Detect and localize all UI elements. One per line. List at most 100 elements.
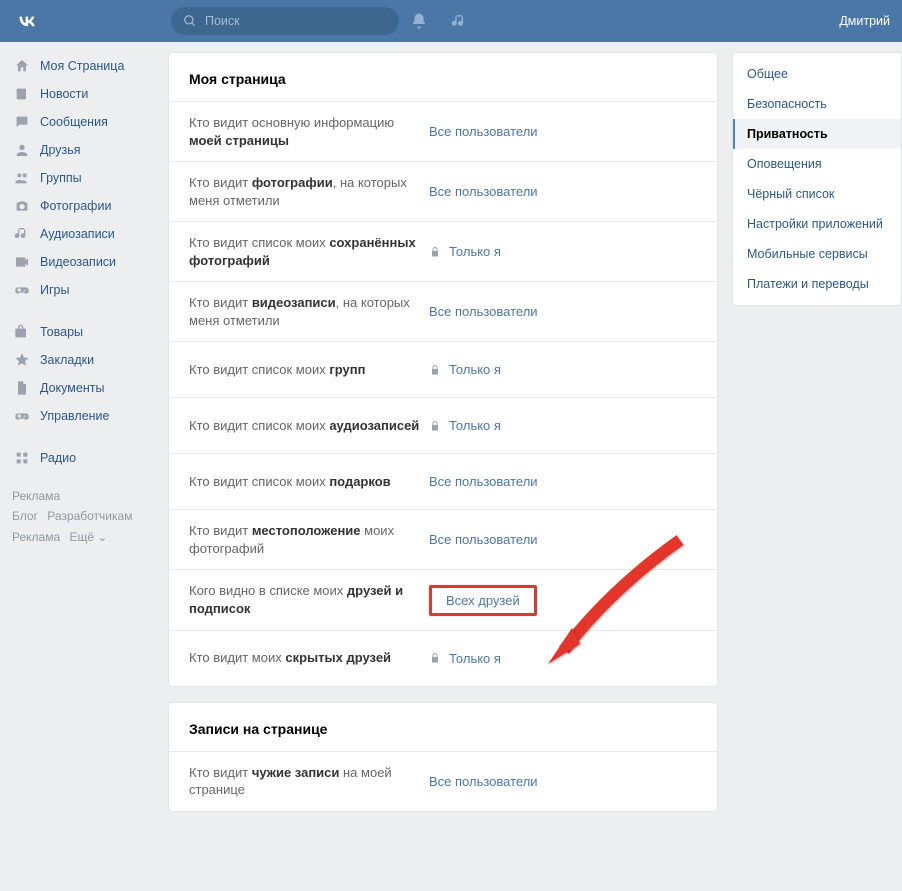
sidebar-item-label: Фотографии	[40, 199, 111, 213]
sidebar-item-аудиозаписи[interactable]: Аудиозаписи	[6, 220, 162, 248]
privacy-setting-row: Кто видит список моих сохранённых фотогр…	[169, 221, 717, 281]
grid-icon	[12, 448, 32, 468]
music-icon[interactable]	[439, 13, 479, 30]
video-icon	[12, 252, 32, 272]
privacy-setting-row: Кого видно в списке моих друзей и подпис…	[169, 569, 717, 629]
left-sidebar: Моя Страница Новости Сообщения Друзья Группы…	[0, 42, 162, 827]
lock-icon	[429, 420, 441, 432]
star-icon	[12, 350, 32, 370]
settings-nav-item-настройки-приложений[interactable]: Настройки приложений	[733, 209, 901, 239]
footer-more[interactable]: Ещё ⌄	[69, 530, 107, 544]
setting-label: Кто видит список моих групп	[189, 361, 429, 379]
users-icon	[12, 168, 32, 188]
settings-panel: Моя страница Кто видит основную информаци…	[168, 52, 718, 687]
setting-label: Кто видит моих скрытых друзей	[189, 649, 429, 667]
privacy-setting-row: Кто видит основную информацию моей стран…	[169, 101, 717, 161]
settings-side-nav: ОбщееБезопасностьПриватностьОповещенияЧё…	[732, 52, 902, 306]
sidebar-item-label: Радио	[40, 451, 76, 465]
sidebar-item-label: Документы	[40, 381, 104, 395]
privacy-setting-row: Кто видит фотографии, на которых меня от…	[169, 161, 717, 221]
app-header: Дмитрий	[0, 0, 902, 42]
sidebar-item-label: Управление	[40, 409, 110, 423]
notifications-icon[interactable]	[399, 12, 439, 30]
privacy-setting-row: Кто видит список моих группТолько я	[169, 341, 717, 397]
sidebar-item-label: Закладки	[40, 353, 94, 367]
sidebar-item-label: Новости	[40, 87, 88, 101]
camera-icon	[12, 196, 32, 216]
setting-value-dropdown[interactable]: Все пользователи	[429, 532, 538, 547]
sidebar-item-label: Товары	[40, 325, 83, 339]
settings-nav-item-безопасность[interactable]: Безопасность	[733, 89, 901, 119]
setting-value-dropdown[interactable]: Только я	[429, 651, 501, 666]
panel-title: Моя страница	[169, 53, 717, 101]
sidebar-item-друзья[interactable]: Друзья	[6, 136, 162, 164]
search-input[interactable]	[205, 14, 387, 28]
footer-ad2[interactable]: Реклама	[12, 530, 60, 544]
sidebar-item-label: Сообщения	[40, 115, 108, 129]
chat-icon	[12, 112, 32, 132]
gamepad-icon	[12, 406, 32, 426]
sidebar-item-фотографии[interactable]: Фотографии	[6, 192, 162, 220]
setting-value-dropdown[interactable]: Только я	[429, 362, 501, 377]
settings-nav-item-мобильные-сервисы[interactable]: Мобильные сервисы	[733, 239, 901, 269]
setting-value-dropdown[interactable]: Все пользователи	[429, 774, 538, 789]
setting-label: Кто видит список моих сохранённых фотогр…	[189, 234, 429, 269]
sidebar-footer-links: Реклама Блог Разработчикам Реклама Ещё ⌄	[6, 472, 162, 547]
privacy-setting-row: Кто видит видеозаписи, на которых меня о…	[169, 281, 717, 341]
setting-label: Кто видит видеозаписи, на которых меня о…	[189, 294, 429, 329]
sidebar-item-управление[interactable]: Управление	[6, 402, 162, 430]
privacy-setting-row: Кто видит чужие записи на моей страницеВ…	[169, 751, 717, 811]
setting-label: Кто видит список моих подарков	[189, 473, 429, 491]
search-icon	[183, 14, 197, 28]
sidebar-item-label: Друзья	[40, 143, 81, 157]
sidebar-item-label: Аудиозаписи	[40, 227, 115, 241]
setting-value-dropdown[interactable]: Все пользователи	[429, 184, 538, 199]
settings-nav-item-платежи-и-переводы[interactable]: Платежи и переводы	[733, 269, 901, 299]
setting-value-dropdown[interactable]: Всех друзей	[429, 585, 537, 616]
settings-panel: Записи на страницеКто видит чужие записи…	[168, 702, 718, 812]
settings-nav-item-приватность[interactable]: Приватность	[733, 119, 901, 149]
sidebar-item-документы[interactable]: Документы	[6, 374, 162, 402]
settings-nav-item-оповещения[interactable]: Оповещения	[733, 149, 901, 179]
sidebar-item-новости[interactable]: Новости	[6, 80, 162, 108]
header-username[interactable]: Дмитрий	[839, 14, 894, 28]
privacy-setting-row: Кто видит местоположение моих фотографий…	[169, 509, 717, 569]
lock-icon	[429, 364, 441, 376]
lock-icon	[429, 652, 441, 664]
sidebar-item-label: Группы	[40, 171, 82, 185]
gamepad-icon	[12, 280, 32, 300]
setting-value-dropdown[interactable]: Только я	[429, 418, 501, 433]
setting-label: Кто видит основную информацию моей стран…	[189, 114, 429, 149]
vk-logo[interactable]	[13, 7, 41, 35]
sidebar-item-радио[interactable]: Радио	[6, 444, 162, 472]
sidebar-item-сообщения[interactable]: Сообщения	[6, 108, 162, 136]
sidebar-item-игры[interactable]: Игры	[6, 276, 162, 304]
search-box[interactable]	[171, 7, 399, 35]
home-icon	[12, 56, 32, 76]
highlighted-setting[interactable]: Всех друзей	[429, 585, 537, 616]
sidebar-item-видеозаписи[interactable]: Видеозаписи	[6, 248, 162, 276]
setting-value-dropdown[interactable]: Все пользователи	[429, 124, 538, 139]
footer-dev[interactable]: Разработчикам	[47, 509, 132, 523]
sidebar-item-моя-страница[interactable]: Моя Страница	[6, 52, 162, 80]
sidebar-item-label: Моя Страница	[40, 59, 124, 73]
setting-label: Кто видит фотографии, на которых меня от…	[189, 174, 429, 209]
setting-label: Кто видит местоположение моих фотографий	[189, 522, 429, 557]
sidebar-item-label: Видеозаписи	[40, 255, 116, 269]
privacy-setting-row: Кто видит моих скрытых друзейТолько я	[169, 630, 717, 686]
settings-nav-item-общее[interactable]: Общее	[733, 59, 901, 89]
bag-icon	[12, 322, 32, 342]
setting-value-dropdown[interactable]: Все пользователи	[429, 304, 538, 319]
sidebar-item-закладки[interactable]: Закладки	[6, 346, 162, 374]
setting-value-dropdown[interactable]: Только я	[429, 244, 501, 259]
sidebar-item-группы[interactable]: Группы	[6, 164, 162, 192]
setting-value-dropdown[interactable]: Все пользователи	[429, 474, 538, 489]
sidebar-item-товары[interactable]: Товары	[6, 318, 162, 346]
music-icon	[12, 224, 32, 244]
footer-blog[interactable]: Блог	[12, 509, 38, 523]
settings-nav-item-чёрный-список[interactable]: Чёрный список	[733, 179, 901, 209]
file-icon	[12, 378, 32, 398]
privacy-setting-row: Кто видит список моих аудиозаписейТолько…	[169, 397, 717, 453]
setting-label: Кто видит чужие записи на моей странице	[189, 764, 429, 799]
footer-ad[interactable]: Реклама	[12, 489, 60, 503]
